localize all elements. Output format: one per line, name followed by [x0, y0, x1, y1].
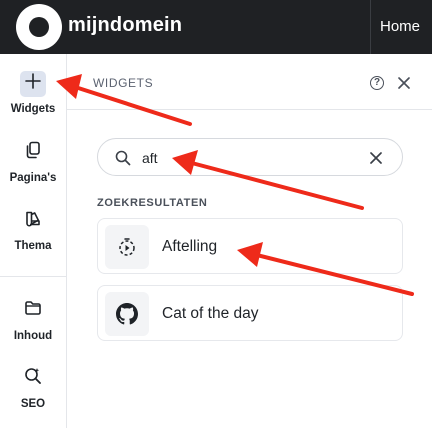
topbar-divider [370, 0, 371, 54]
widget-search-box [97, 138, 403, 176]
sidebar-item-label: Thema [14, 240, 52, 252]
sidebar-item-label: Widgets [10, 103, 56, 115]
result-label: Aftelling [162, 238, 218, 255]
sidebar-item-label: Pagina's [9, 172, 57, 184]
top-bar: mijndomein Home [0, 0, 432, 54]
result-label: Cat of the day [162, 305, 259, 322]
clear-search-icon[interactable] [368, 150, 384, 166]
close-icon[interactable] [396, 75, 412, 91]
logo-dot [29, 17, 49, 37]
logo-icon[interactable] [16, 4, 62, 50]
sidebar-item-theme[interactable]: Thema [0, 205, 66, 252]
pages-icon [20, 140, 46, 166]
plus-icon [20, 71, 46, 97]
seo-search-icon [20, 366, 46, 392]
panel-title: WIDGETS [93, 76, 154, 90]
sidebar-item-label: SEO [20, 398, 46, 410]
sidebar-item-pages[interactable]: Pagina's [0, 137, 66, 184]
palette-icon [20, 208, 46, 234]
home-link[interactable]: Home [380, 18, 420, 35]
help-icon[interactable]: ? [370, 76, 384, 90]
result-item-aftelling[interactable]: Aftelling [97, 218, 403, 274]
panel-header-divider [67, 109, 432, 110]
sidebar-item-label: Inhoud [13, 330, 53, 342]
sidebar-divider [0, 276, 66, 277]
results-heading: ZOEKRESULTATEN [97, 197, 208, 209]
sidebar-item-seo[interactable]: SEO [0, 363, 66, 410]
result-item-cat-of-the-day[interactable]: Cat of the day [97, 285, 403, 341]
sidebar: Widgets Pagina's Thema Inhoud SEO [0, 54, 67, 428]
search-input[interactable] [142, 148, 342, 168]
brand-name: mijndomein [68, 14, 183, 36]
countdown-timer-icon [105, 225, 149, 269]
folder-icon [20, 298, 46, 324]
github-icon [105, 292, 149, 336]
sidebar-item-widgets[interactable]: Widgets [0, 68, 66, 115]
search-icon [114, 149, 132, 167]
sidebar-item-content[interactable]: Inhoud [0, 295, 66, 342]
